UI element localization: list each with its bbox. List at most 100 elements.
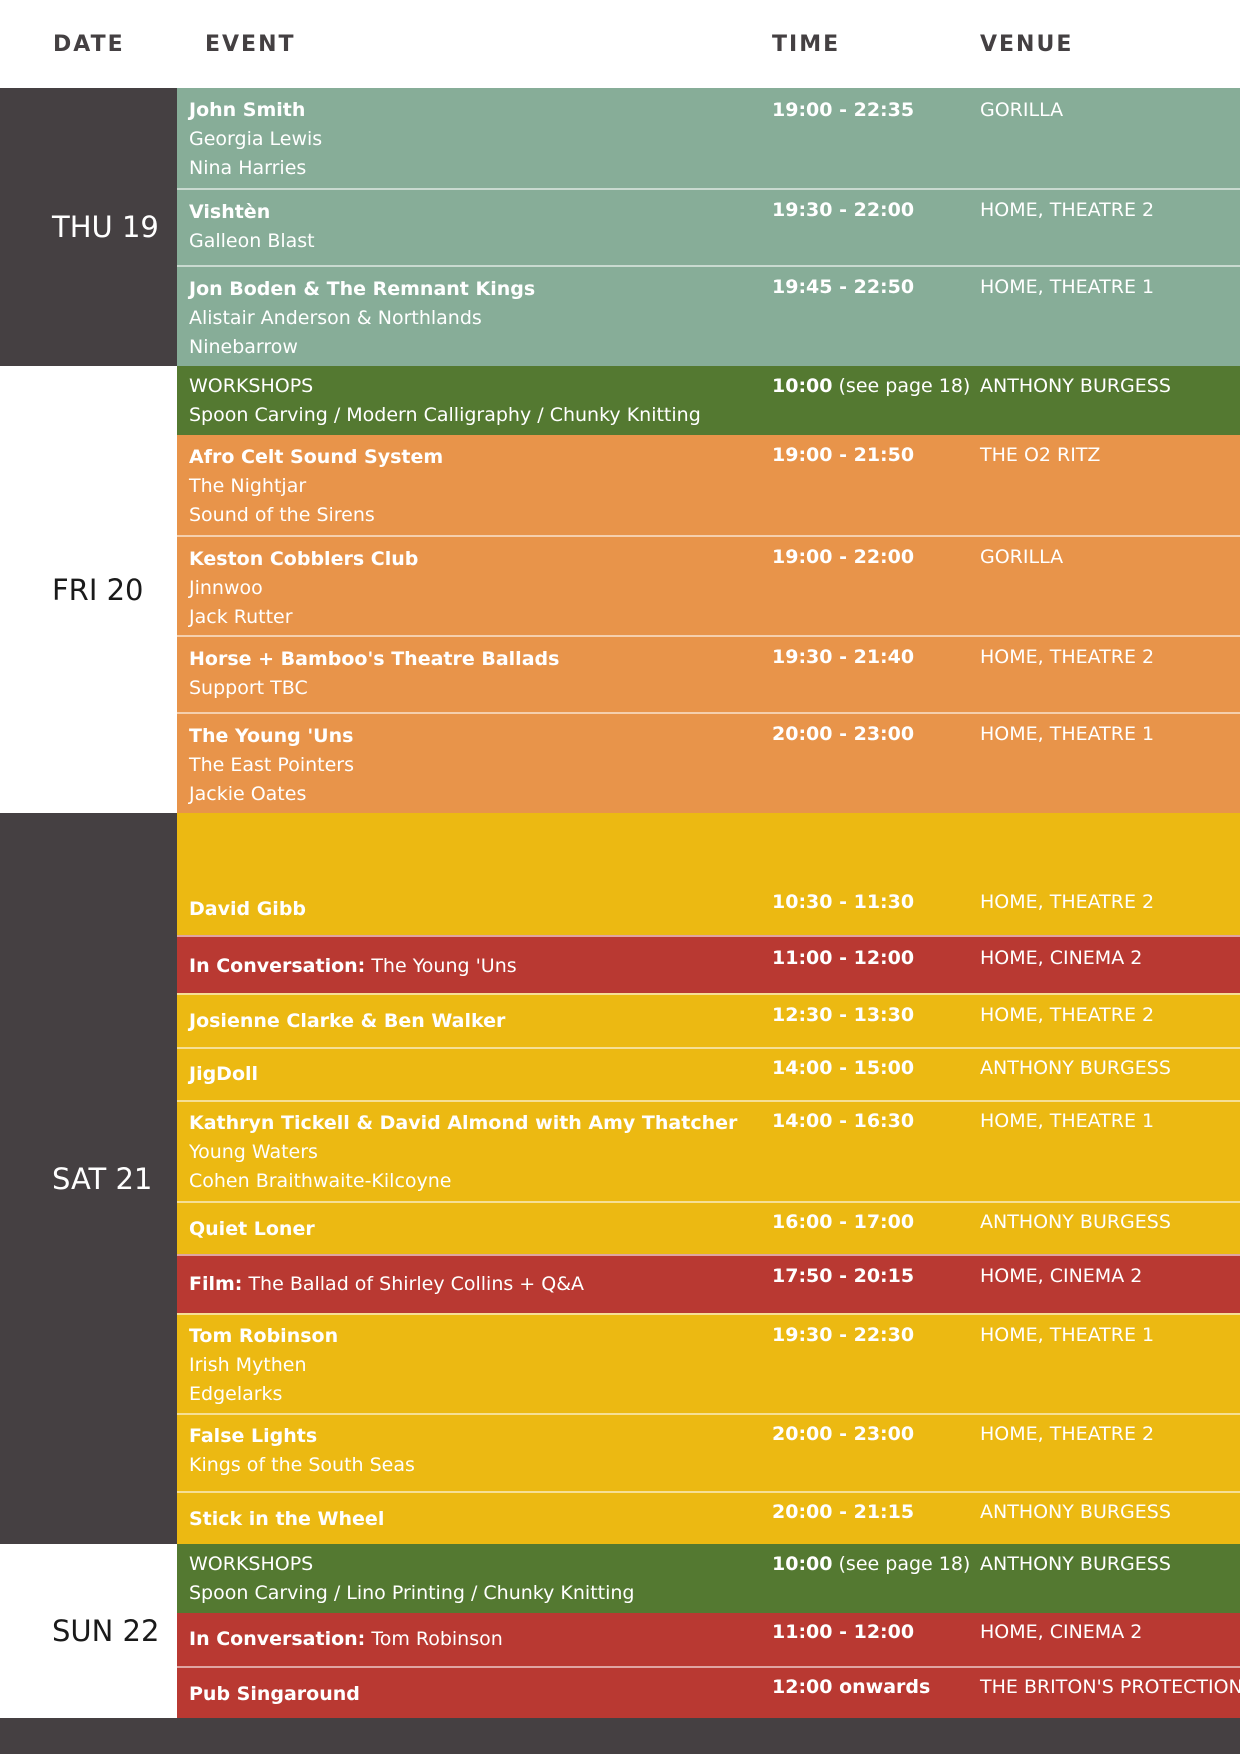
day-block-sun: SUN 22 xyxy=(0,1544,177,1718)
event-support: The East Pointers xyxy=(189,754,354,776)
event-support: Alistair Anderson & Northlands xyxy=(189,307,482,329)
event-venue: HOME, CINEMA 2 xyxy=(980,1265,1143,1287)
event-cell: Afro Celt Sound System The Nightjar Soun… xyxy=(189,443,820,530)
event-row: WORKSHOPS Spoon Carving / Modern Calligr… xyxy=(177,366,1240,435)
event-headliner: Afro Celt Sound System xyxy=(189,446,444,468)
event-headliner: Keston Cobblers Club xyxy=(189,548,419,570)
event-time: 19:30 - 22:00 xyxy=(772,199,915,221)
event-row: In Conversation: Tom Robinson 11:00 - 12… xyxy=(177,1613,1240,1666)
time-value: 10:00 xyxy=(772,375,833,397)
event-support: Irish Mythen xyxy=(189,1354,307,1376)
event-venue: HOME, THEATRE 2 xyxy=(980,1423,1155,1445)
event-headliner: Kathryn Tickell & David Almond with Amy … xyxy=(189,1112,738,1134)
event-venue: ANTHONY BURGESS xyxy=(980,1501,1171,1523)
event-headliner: John Smith xyxy=(189,99,306,121)
event-title: Tom Robinson xyxy=(365,1628,503,1650)
event-support: Spoon Carving / Modern Calligraphy / Chu… xyxy=(189,404,701,426)
event-support: Georgia Lewis xyxy=(189,128,323,150)
event-row: False Lights Kings of the South Seas 20:… xyxy=(177,1413,1240,1491)
event-time: 14:00 - 16:30 xyxy=(772,1110,915,1132)
event-cell: WORKSHOPS Spoon Carving / Lino Printing … xyxy=(189,1550,820,1608)
event-row: Quiet Loner 16:00 - 17:00 ANTHONY BURGES… xyxy=(177,1201,1240,1254)
event-row: Keston Cobblers Club Jinnwoo Jack Rutter… xyxy=(177,535,1240,635)
event-venue: HOME, THEATRE 1 xyxy=(980,1110,1155,1132)
event-venue: HOME, THEATRE 2 xyxy=(980,646,1155,668)
event-row: Pub Singaround 12:00 onwards THE BRITON'… xyxy=(177,1666,1240,1718)
event-headliner: David Gibb xyxy=(189,898,307,920)
event-time: 10:00 (see page 18) xyxy=(772,372,972,401)
event-cell: In Conversation: The Young 'Uns xyxy=(189,952,820,981)
event-venue: HOME, THEATRE 2 xyxy=(980,891,1155,913)
event-support: Cohen Braithwaite-Kilcoyne xyxy=(189,1170,452,1192)
event-headliner: WORKSHOPS xyxy=(189,375,314,397)
event-title: The Ballad of Shirley Collins + Q&A xyxy=(242,1273,585,1295)
event-venue: THE O2 RITZ xyxy=(980,444,1101,466)
event-cell: JigDoll xyxy=(189,1060,820,1089)
event-time: 10:30 - 11:30 xyxy=(772,891,915,913)
day-label: SUN 22 xyxy=(52,1614,160,1648)
day-block-fri: FRI 20 xyxy=(0,366,177,813)
event-support: Galleon Blast xyxy=(189,230,315,252)
event-support: Edgelarks xyxy=(189,1383,283,1405)
event-cell: Keston Cobblers Club Jinnwoo Jack Rutter xyxy=(189,545,820,632)
event-cell: Film: The Ballad of Shirley Collins + Q&… xyxy=(189,1270,820,1299)
event-venue: HOME, CINEMA 2 xyxy=(980,947,1143,969)
event-headliner: Vishtèn xyxy=(189,201,271,223)
event-support: Jinnwoo xyxy=(189,577,263,599)
event-time: 19:00 - 21:50 xyxy=(772,444,915,466)
event-support: Jackie Oates xyxy=(189,783,307,805)
day-block-sat: SAT 21 xyxy=(0,813,177,1544)
event-row: Kathryn Tickell & David Almond with Amy … xyxy=(177,1100,1240,1201)
event-row: Vishtèn Galleon Blast 19:30 - 22:00 HOME… xyxy=(177,188,1240,265)
event-time: 19:30 - 22:30 xyxy=(772,1324,915,1346)
event-row: Tom Robinson Irish Mythen Edgelarks 19:3… xyxy=(177,1313,1240,1413)
event-time: 12:30 - 13:30 xyxy=(772,1004,915,1026)
event-time: 11:00 - 12:00 xyxy=(772,1621,915,1643)
day-block-thu: THU 19 xyxy=(0,88,177,366)
event-support: The Nightjar xyxy=(189,475,307,497)
event-cell: In Conversation: Tom Robinson xyxy=(189,1625,820,1654)
event-row: Jon Boden & The Remnant Kings Alistair A… xyxy=(177,265,1240,366)
event-time: 17:50 - 20:15 xyxy=(772,1265,915,1287)
event-headliner: Josienne Clarke & Ben Walker xyxy=(189,1010,506,1032)
event-cell: The Young 'Uns The East Pointers Jackie … xyxy=(189,722,820,809)
event-title: The Young 'Uns xyxy=(365,955,517,977)
event-support: Kings of the South Seas xyxy=(189,1454,415,1476)
event-support: Support TBC xyxy=(189,677,308,699)
event-venue: HOME, CINEMA 2 xyxy=(980,1621,1143,1643)
event-venue: THE BRITON'S PROTECTION xyxy=(980,1676,1240,1698)
event-support: Spoon Carving / Lino Printing / Chunky K… xyxy=(189,1582,635,1604)
event-venue: HOME, THEATRE 1 xyxy=(980,1324,1155,1346)
event-time: 14:00 - 15:00 xyxy=(772,1057,915,1079)
event-headliner: Jon Boden & The Remnant Kings xyxy=(189,278,536,300)
event-cell: David Gibb xyxy=(189,895,820,924)
event-label: Film: xyxy=(189,1273,243,1295)
time-note: (see page 18) xyxy=(832,375,971,397)
event-time: 10:00 (see page 18) xyxy=(772,1550,972,1579)
event-row: Afro Celt Sound System The Nightjar Soun… xyxy=(177,435,1240,535)
event-row: In Conversation: The Young 'Uns 11:00 - … xyxy=(177,935,1240,993)
footer-bar xyxy=(0,1718,1240,1754)
event-headliner: JigDoll xyxy=(189,1063,259,1085)
event-support: Jack Rutter xyxy=(189,606,293,628)
header-venue: VENUE xyxy=(980,32,1074,57)
event-time: 19:00 - 22:35 xyxy=(772,99,915,121)
event-time: 11:00 - 12:00 xyxy=(772,947,915,969)
event-cell: Pub Singaround xyxy=(189,1680,820,1709)
event-venue: HOME, THEATRE 1 xyxy=(980,276,1155,298)
event-cell: Horse + Bamboo's Theatre Ballads Support… xyxy=(189,645,820,703)
event-row: John Smith Georgia Lewis Nina Harries 19… xyxy=(177,88,1240,188)
event-headliner: The Young 'Uns xyxy=(189,725,354,747)
event-headliner: Quiet Loner xyxy=(189,1218,315,1240)
event-row: David Gibb 10:30 - 11:30 HOME, THEATRE 2 xyxy=(177,813,1240,935)
event-venue: HOME, THEATRE 2 xyxy=(980,199,1155,221)
event-venue: GORILLA xyxy=(980,546,1064,568)
event-headliner: False Lights xyxy=(189,1425,318,1447)
event-venue: ANTHONY BURGESS xyxy=(980,1211,1171,1233)
day-label: FRI 20 xyxy=(52,572,144,607)
event-headliner: Horse + Bamboo's Theatre Ballads xyxy=(189,648,560,670)
event-cell: WORKSHOPS Spoon Carving / Modern Calligr… xyxy=(189,372,820,430)
event-venue: HOME, THEATRE 1 xyxy=(980,723,1155,745)
event-support: Sound of the Sirens xyxy=(189,504,375,526)
event-label: In Conversation: xyxy=(189,955,366,977)
